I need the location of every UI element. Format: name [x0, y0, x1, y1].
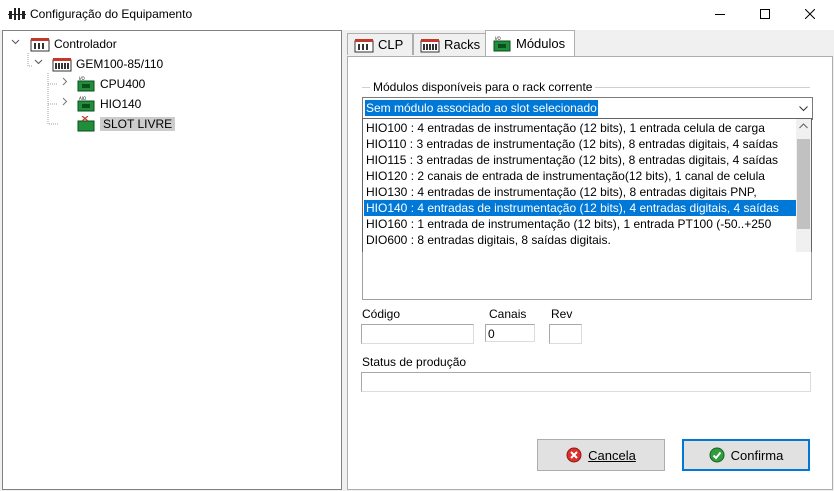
- empty-slot-icon: [77, 116, 95, 132]
- expand-root-icon[interactable]: [11, 37, 20, 49]
- chevron-down-icon[interactable]: [795, 98, 812, 119]
- tree-item-controlador[interactable]: Controlador: [30, 35, 117, 53]
- cancel-icon: [566, 447, 582, 463]
- dropdown-option[interactable]: HIO130 : 4 entradas de instrumentação (1…: [364, 184, 798, 200]
- tree-label-rack: GEM100-85/110: [76, 57, 164, 71]
- maximize-icon: [760, 9, 770, 19]
- tree-item-cpu400[interactable]: I/O CPU400: [76, 75, 145, 93]
- app-icon: [8, 8, 26, 20]
- tab-modulos-label: Módulos: [516, 36, 566, 51]
- window-title: Configuração do Equipamento: [30, 7, 193, 21]
- controller-icon: [354, 38, 374, 52]
- svg-text:AIO: AIO: [79, 96, 86, 101]
- rack-icon: [52, 58, 72, 72]
- scroll-up-icon[interactable]: [799, 123, 808, 129]
- canais-label: Canais: [489, 307, 527, 321]
- module-icon: AIO: [77, 96, 95, 112]
- status-label: Status de produção: [362, 355, 467, 369]
- tree-item-hio140[interactable]: AIO HIO140: [76, 95, 141, 113]
- tab-modulos[interactable]: I/O Módulos: [485, 30, 575, 56]
- dropdown-scrollbar[interactable]: [796, 119, 811, 253]
- equipment-tree[interactable]: Controlador GEM100-85/110 I/O CPU400 AIO…: [2, 30, 342, 490]
- canais-field[interactable]: 0: [485, 324, 535, 342]
- minimize-button[interactable]: [698, 0, 742, 28]
- dropdown-option[interactable]: HIO115 : 3 entradas de instrumentação (1…: [364, 152, 798, 168]
- module-icon: I/O: [77, 76, 95, 92]
- rack-icon: [420, 38, 440, 52]
- minimize-icon: [715, 14, 725, 15]
- cancel-button[interactable]: Cancela: [537, 439, 665, 471]
- codigo-label: Código: [362, 307, 401, 321]
- scrollbar-thumb[interactable]: [797, 139, 810, 229]
- status-field[interactable]: [361, 372, 811, 392]
- maximize-button[interactable]: [743, 0, 787, 28]
- tree-label-cpu400: CPU400: [100, 77, 146, 91]
- tree-item-rack[interactable]: GEM100-85/110: [52, 55, 163, 73]
- codigo-field[interactable]: [361, 324, 474, 344]
- confirm-button[interactable]: Confirma: [682, 439, 810, 471]
- module-combo[interactable]: Sem módulo associado ao slot selecionado: [362, 97, 813, 120]
- tree-label-controlador: Controlador: [54, 37, 117, 51]
- module-icon: I/O: [493, 35, 511, 51]
- close-icon: [805, 9, 815, 19]
- group-box-label: Módulos disponíveis para o rack corrente: [370, 80, 596, 94]
- tab-clp[interactable]: CLP: [347, 33, 413, 55]
- confirm-icon: [709, 447, 725, 463]
- close-button[interactable]: [788, 0, 832, 28]
- expand-hio-icon[interactable]: [60, 97, 69, 109]
- expand-cpu-icon[interactable]: [60, 77, 69, 89]
- confirm-button-label: Confirma: [730, 447, 784, 463]
- cancel-button-label: Cancela: [588, 447, 636, 463]
- tree-item-slot-livre[interactable]: SLOT LIVRE: [76, 115, 176, 133]
- tab-racks-label: Racks: [444, 37, 481, 52]
- module-dropdown-list[interactable]: HIO100 : 4 entradas de instrumentação (1…: [362, 118, 812, 254]
- svg-text:I/O: I/O: [495, 36, 501, 41]
- svg-text:I/O: I/O: [79, 76, 85, 81]
- rev-label: Rev: [551, 307, 573, 321]
- controller-icon: [30, 38, 50, 52]
- dropdown-option[interactable]: HIO100 : 4 entradas de instrumentação (1…: [364, 120, 798, 136]
- tree-label-slot-livre: SLOT LIVRE: [100, 117, 176, 131]
- module-list-area[interactable]: [362, 252, 812, 300]
- expand-rack-icon[interactable]: [34, 57, 43, 69]
- tab-clp-label: CLP: [378, 37, 404, 52]
- dropdown-option[interactable]: DIO600 : 8 entradas digitais, 8 saídas d…: [364, 232, 798, 248]
- combo-value: Sem módulo associado ao slot selecionado: [365, 100, 598, 116]
- dropdown-option[interactable]: HIO140 : 4 entradas de instrumentação (1…: [364, 200, 798, 216]
- dropdown-option[interactable]: HIO160 : 1 entrada de instrumentação (12…: [364, 216, 798, 232]
- rev-field[interactable]: [549, 324, 582, 344]
- dropdown-option[interactable]: HIO110 : 3 entradas de instrumentação (1…: [364, 136, 798, 152]
- dropdown-option[interactable]: HIO120 : 2 canais de entrada de instrume…: [364, 168, 798, 184]
- tree-label-hio140: HIO140: [100, 97, 142, 111]
